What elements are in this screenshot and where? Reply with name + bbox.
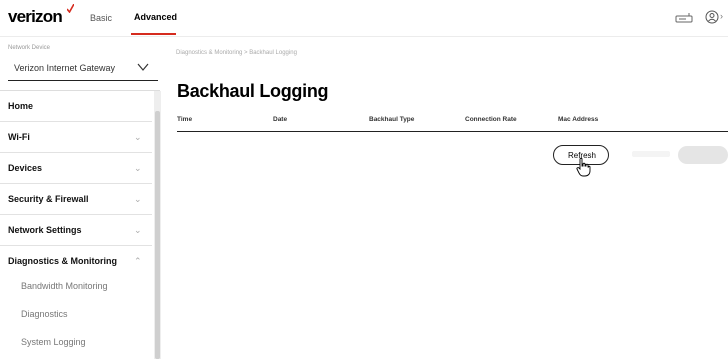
network-device-select[interactable]: Verizon Internet Gateway bbox=[8, 57, 158, 81]
top-bar: verizon Basic Advanced › bbox=[0, 0, 728, 36]
faded-button bbox=[678, 146, 728, 164]
column-header-date: Date bbox=[273, 116, 288, 123]
sidebar-subitem-system-logging[interactable]: System Logging bbox=[0, 329, 152, 357]
table-header-divider bbox=[177, 131, 728, 132]
account-chevron-icon[interactable]: › bbox=[720, 11, 723, 21]
account-icon[interactable] bbox=[705, 10, 719, 24]
sidebar-item-label: Home bbox=[8, 101, 34, 111]
sidebar-item-security-firewall[interactable]: Security & Firewall ⌄ bbox=[0, 185, 152, 215]
sidebar-item-network-settings[interactable]: Network Settings ⌄ bbox=[0, 216, 152, 246]
sidebar-item-label: Wi-Fi bbox=[8, 132, 30, 142]
chevron-down-icon bbox=[137, 63, 149, 71]
sidebar-item-wifi[interactable]: Wi-Fi ⌄ bbox=[0, 123, 152, 153]
chevron-down-icon: ⌄ bbox=[134, 163, 142, 173]
sidebar-item-label: Network Settings bbox=[8, 225, 82, 235]
sidebar-item-devices[interactable]: Devices ⌄ bbox=[0, 154, 152, 184]
sidebar-subitem-bandwidth-monitoring[interactable]: Bandwidth Monitoring bbox=[0, 273, 152, 301]
network-device-label: Network Device bbox=[8, 45, 51, 51]
chevron-down-icon: ⌄ bbox=[134, 225, 142, 235]
sidebar-item-label: Security & Firewall bbox=[8, 194, 89, 204]
sidebar-item-label: Diagnostics & Monitoring bbox=[8, 256, 117, 266]
column-header-mac-address: Mac Address bbox=[558, 116, 599, 123]
sidebar-subitem-label: Bandwidth Monitoring bbox=[21, 281, 108, 291]
network-device-value: Verizon Internet Gateway bbox=[14, 63, 116, 73]
chevron-down-icon: ⌄ bbox=[134, 132, 142, 142]
faded-placeholder bbox=[632, 151, 670, 157]
router-icon[interactable] bbox=[675, 12, 693, 24]
sidebar-subitem-label: System Logging bbox=[21, 337, 86, 347]
page-title: Backhaul Logging bbox=[177, 81, 329, 101]
chevron-up-icon: ⌃ bbox=[134, 256, 142, 266]
sidebar-divider bbox=[0, 90, 160, 91]
sidebar-subitem-label: Diagnostics bbox=[21, 309, 68, 319]
nav-active-underline bbox=[131, 33, 176, 35]
column-header-connection-rate: Connection Rate bbox=[465, 116, 517, 123]
column-header-backhaul-type: Backhaul Type bbox=[369, 116, 415, 123]
logo-check-icon bbox=[67, 4, 74, 13]
sidebar-item-label: Devices bbox=[8, 163, 43, 173]
nav-advanced[interactable]: Advanced bbox=[134, 12, 177, 22]
sidebar-subitem-diagnostics[interactable]: Diagnostics bbox=[0, 301, 152, 329]
sidebar-item-home[interactable]: Home bbox=[0, 92, 152, 122]
column-header-time: Time bbox=[177, 116, 193, 123]
chevron-down-icon: ⌄ bbox=[134, 194, 142, 204]
hand-cursor-icon bbox=[576, 157, 591, 177]
sidebar: Network Device Verizon Internet Gateway … bbox=[0, 37, 164, 359]
nav-basic[interactable]: Basic bbox=[90, 13, 112, 23]
verizon-logo[interactable]: verizon bbox=[8, 7, 63, 27]
sidebar-scrollbar-thumb[interactable] bbox=[155, 111, 160, 359]
breadcrumb[interactable]: Diagnostics & Monitoring > Backhaul Logg… bbox=[176, 50, 297, 56]
